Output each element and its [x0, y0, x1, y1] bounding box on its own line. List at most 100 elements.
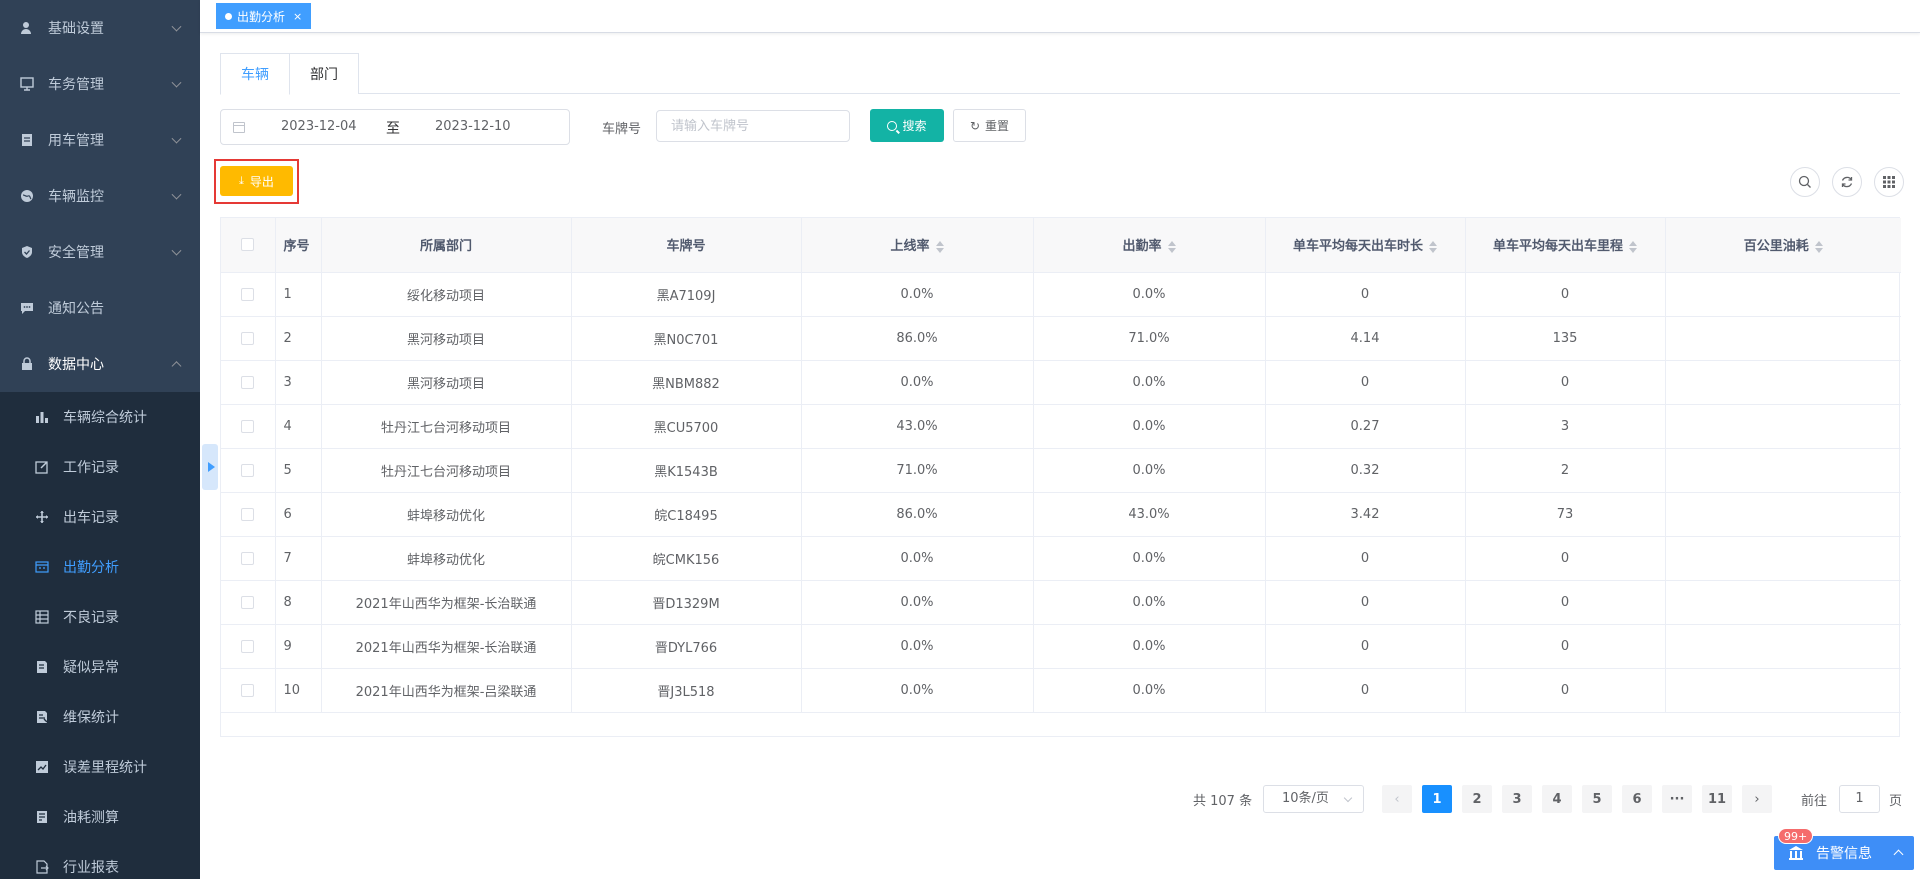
sidebar-item-trip-records[interactable]: 出车记录 — [0, 492, 200, 542]
row-checkbox[interactable] — [241, 375, 255, 389]
pagination: 共 107 条 10条/页 ‹ 1 2 3 4 5 6 ··· 11 › 前往 … — [220, 785, 1902, 813]
start-date[interactable]: 2023-12-04 — [281, 119, 357, 134]
tag-attendance-analysis[interactable]: 出勤分析 × — [216, 3, 312, 29]
menu-data-center[interactable]: 数据中心 — [0, 336, 200, 392]
sidebar-item-label: 油耗测算 — [63, 810, 119, 826]
menu-car-usage[interactable]: 用车管理 — [0, 112, 200, 168]
row-checkbox[interactable] — [241, 331, 255, 345]
row-checkbox[interactable] — [241, 419, 255, 433]
refresh-icon — [1841, 176, 1853, 188]
tab-vehicle[interactable]: 车辆 — [220, 53, 290, 95]
row-checkbox[interactable] — [241, 683, 255, 697]
row-select-cell — [221, 448, 276, 493]
column-header-sortable[interactable]: 出勤率 — [1033, 218, 1266, 273]
column-header-sortable[interactable]: 单车平均每天出车时长 — [1265, 218, 1466, 273]
table-cell: 0 — [1265, 272, 1466, 317]
row-checkbox[interactable] — [241, 595, 255, 609]
select-all-checkbox[interactable] — [241, 238, 255, 252]
menu-vehicle-affairs[interactable]: 车务管理 — [0, 56, 200, 112]
menu-basic-settings[interactable]: 基础设置 — [0, 0, 200, 56]
sidebar-item-bad-records[interactable]: 不良记录 — [0, 592, 200, 642]
page-button[interactable]: 4 — [1542, 785, 1572, 813]
menu-label: 安全管理 — [48, 245, 104, 261]
table-cell: 0.0% — [801, 272, 1034, 317]
row-select-cell — [221, 404, 276, 449]
table-body: 1 绥化移动项目 黑A7109J 0.0% 0.0% 0 0 2 黑河移动项目 黑N0C701 86… — [221, 272, 1901, 713]
page-size-select[interactable]: 10条/页 — [1263, 785, 1364, 813]
sort-icon[interactable] — [1429, 240, 1437, 253]
column-header-sortable[interactable]: 上线率 — [801, 218, 1034, 273]
table-cell: 4.14 — [1265, 316, 1466, 361]
menu-notices[interactable]: 通知公告 — [0, 280, 200, 336]
columns-toggle-button[interactable] — [1874, 167, 1904, 197]
chart-box-icon — [35, 760, 49, 774]
search-button[interactable]: 搜索 — [870, 109, 944, 142]
alert-widget[interactable]: 99+ 告警信息 — [1774, 828, 1914, 870]
row-checkbox[interactable] — [241, 551, 255, 565]
toggle-search-button[interactable] — [1790, 167, 1820, 197]
chevron-up-icon[interactable] — [1893, 849, 1904, 860]
sidebar-item-mileage-error-stats[interactable]: 误差里程统计 — [0, 742, 200, 792]
table-cell: 2 — [1465, 448, 1666, 493]
goto-page-input[interactable]: 1 — [1839, 785, 1880, 813]
page-button[interactable]: 11 — [1702, 785, 1732, 813]
sidebar-item-suspected-anomalies[interactable]: 疑似异常 — [0, 642, 200, 692]
plate-number-input[interactable] — [656, 110, 850, 142]
row-checkbox[interactable] — [241, 639, 255, 653]
page-button[interactable]: 3 — [1502, 785, 1532, 813]
table-cell: 0.0% — [1033, 668, 1266, 713]
row-checkbox[interactable] — [241, 463, 255, 477]
sort-icon[interactable] — [935, 240, 944, 253]
dot-icon — [225, 12, 232, 20]
close-icon[interactable]: × — [293, 10, 302, 23]
select-all-cell — [221, 218, 276, 273]
sort-icon[interactable] — [1167, 240, 1176, 253]
sidebar-item-label: 车辆综合统计 — [63, 410, 147, 426]
chevron-down-icon — [171, 133, 182, 144]
column-header: 车牌号 — [571, 218, 802, 273]
table-cell: 0.32 — [1265, 448, 1466, 493]
prev-page-button[interactable]: ‹ — [1382, 785, 1412, 813]
next-page-button[interactable]: › — [1742, 785, 1772, 813]
tag-label: 出勤分析 — [237, 9, 286, 24]
sidebar-item-industry-reports[interactable]: 行业报表 — [0, 842, 200, 879]
column-header-sortable[interactable]: 单车平均每天出车里程 — [1465, 218, 1666, 273]
download-icon: ⤓ — [239, 174, 244, 187]
page-button[interactable]: 6 — [1622, 785, 1652, 813]
filter-bar: 2023-12-04 至 2023-12-10 车牌号 搜索 ↻ 重置 — [220, 109, 1900, 145]
menu-safety-management[interactable]: 安全管理 — [0, 224, 200, 280]
page-button[interactable]: 2 — [1462, 785, 1492, 813]
row-select-cell — [221, 536, 276, 581]
end-date[interactable]: 2023-12-10 — [435, 119, 511, 134]
reset-button[interactable]: ↻ 重置 — [953, 109, 1026, 142]
sidebar-item-vehicle-statistics[interactable]: 车辆综合统计 — [0, 392, 200, 442]
table-cell: 0 — [1265, 624, 1466, 669]
row-checkbox[interactable] — [241, 507, 255, 521]
sidebar-item-maintenance-stats[interactable]: 维保统计 — [0, 692, 200, 742]
tab-department[interactable]: 部门 — [289, 53, 359, 94]
refresh-table-button[interactable] — [1832, 167, 1862, 197]
table-cell: 71.0% — [1033, 316, 1266, 361]
page-button[interactable]: 1 — [1422, 785, 1452, 813]
column-header-sortable[interactable]: 百公里油耗 — [1665, 218, 1901, 273]
document-icon — [20, 133, 34, 147]
table-cell: 黑N0C701 — [571, 316, 802, 361]
menu-label: 用车管理 — [48, 133, 104, 149]
sidebar-item-work-records[interactable]: 工作记录 — [0, 442, 200, 492]
export-button[interactable]: ⤓ 导出 — [220, 166, 293, 196]
more-pages-button[interactable]: ··· — [1662, 785, 1692, 813]
menu-vehicle-monitoring[interactable]: 车辆监控 — [0, 168, 200, 224]
sort-icon[interactable] — [1629, 240, 1637, 253]
sidebar-item-fuel-calculation[interactable]: 油耗测算 — [0, 792, 200, 842]
table-cell: 皖CMK156 — [571, 536, 802, 581]
sort-icon[interactable] — [1814, 240, 1823, 253]
table-cell: 135 — [1465, 316, 1666, 361]
page-button[interactable]: 5 — [1582, 785, 1612, 813]
sidebar-collapse-handle[interactable] — [202, 444, 218, 490]
shield-icon — [20, 245, 34, 259]
sidebar-item-attendance-analysis[interactable]: 出勤分析 — [0, 542, 200, 592]
row-select-cell — [221, 668, 276, 713]
date-range-picker[interactable]: 2023-12-04 至 2023-12-10 — [220, 109, 570, 145]
row-checkbox[interactable] — [241, 287, 255, 301]
book-icon — [35, 660, 49, 674]
